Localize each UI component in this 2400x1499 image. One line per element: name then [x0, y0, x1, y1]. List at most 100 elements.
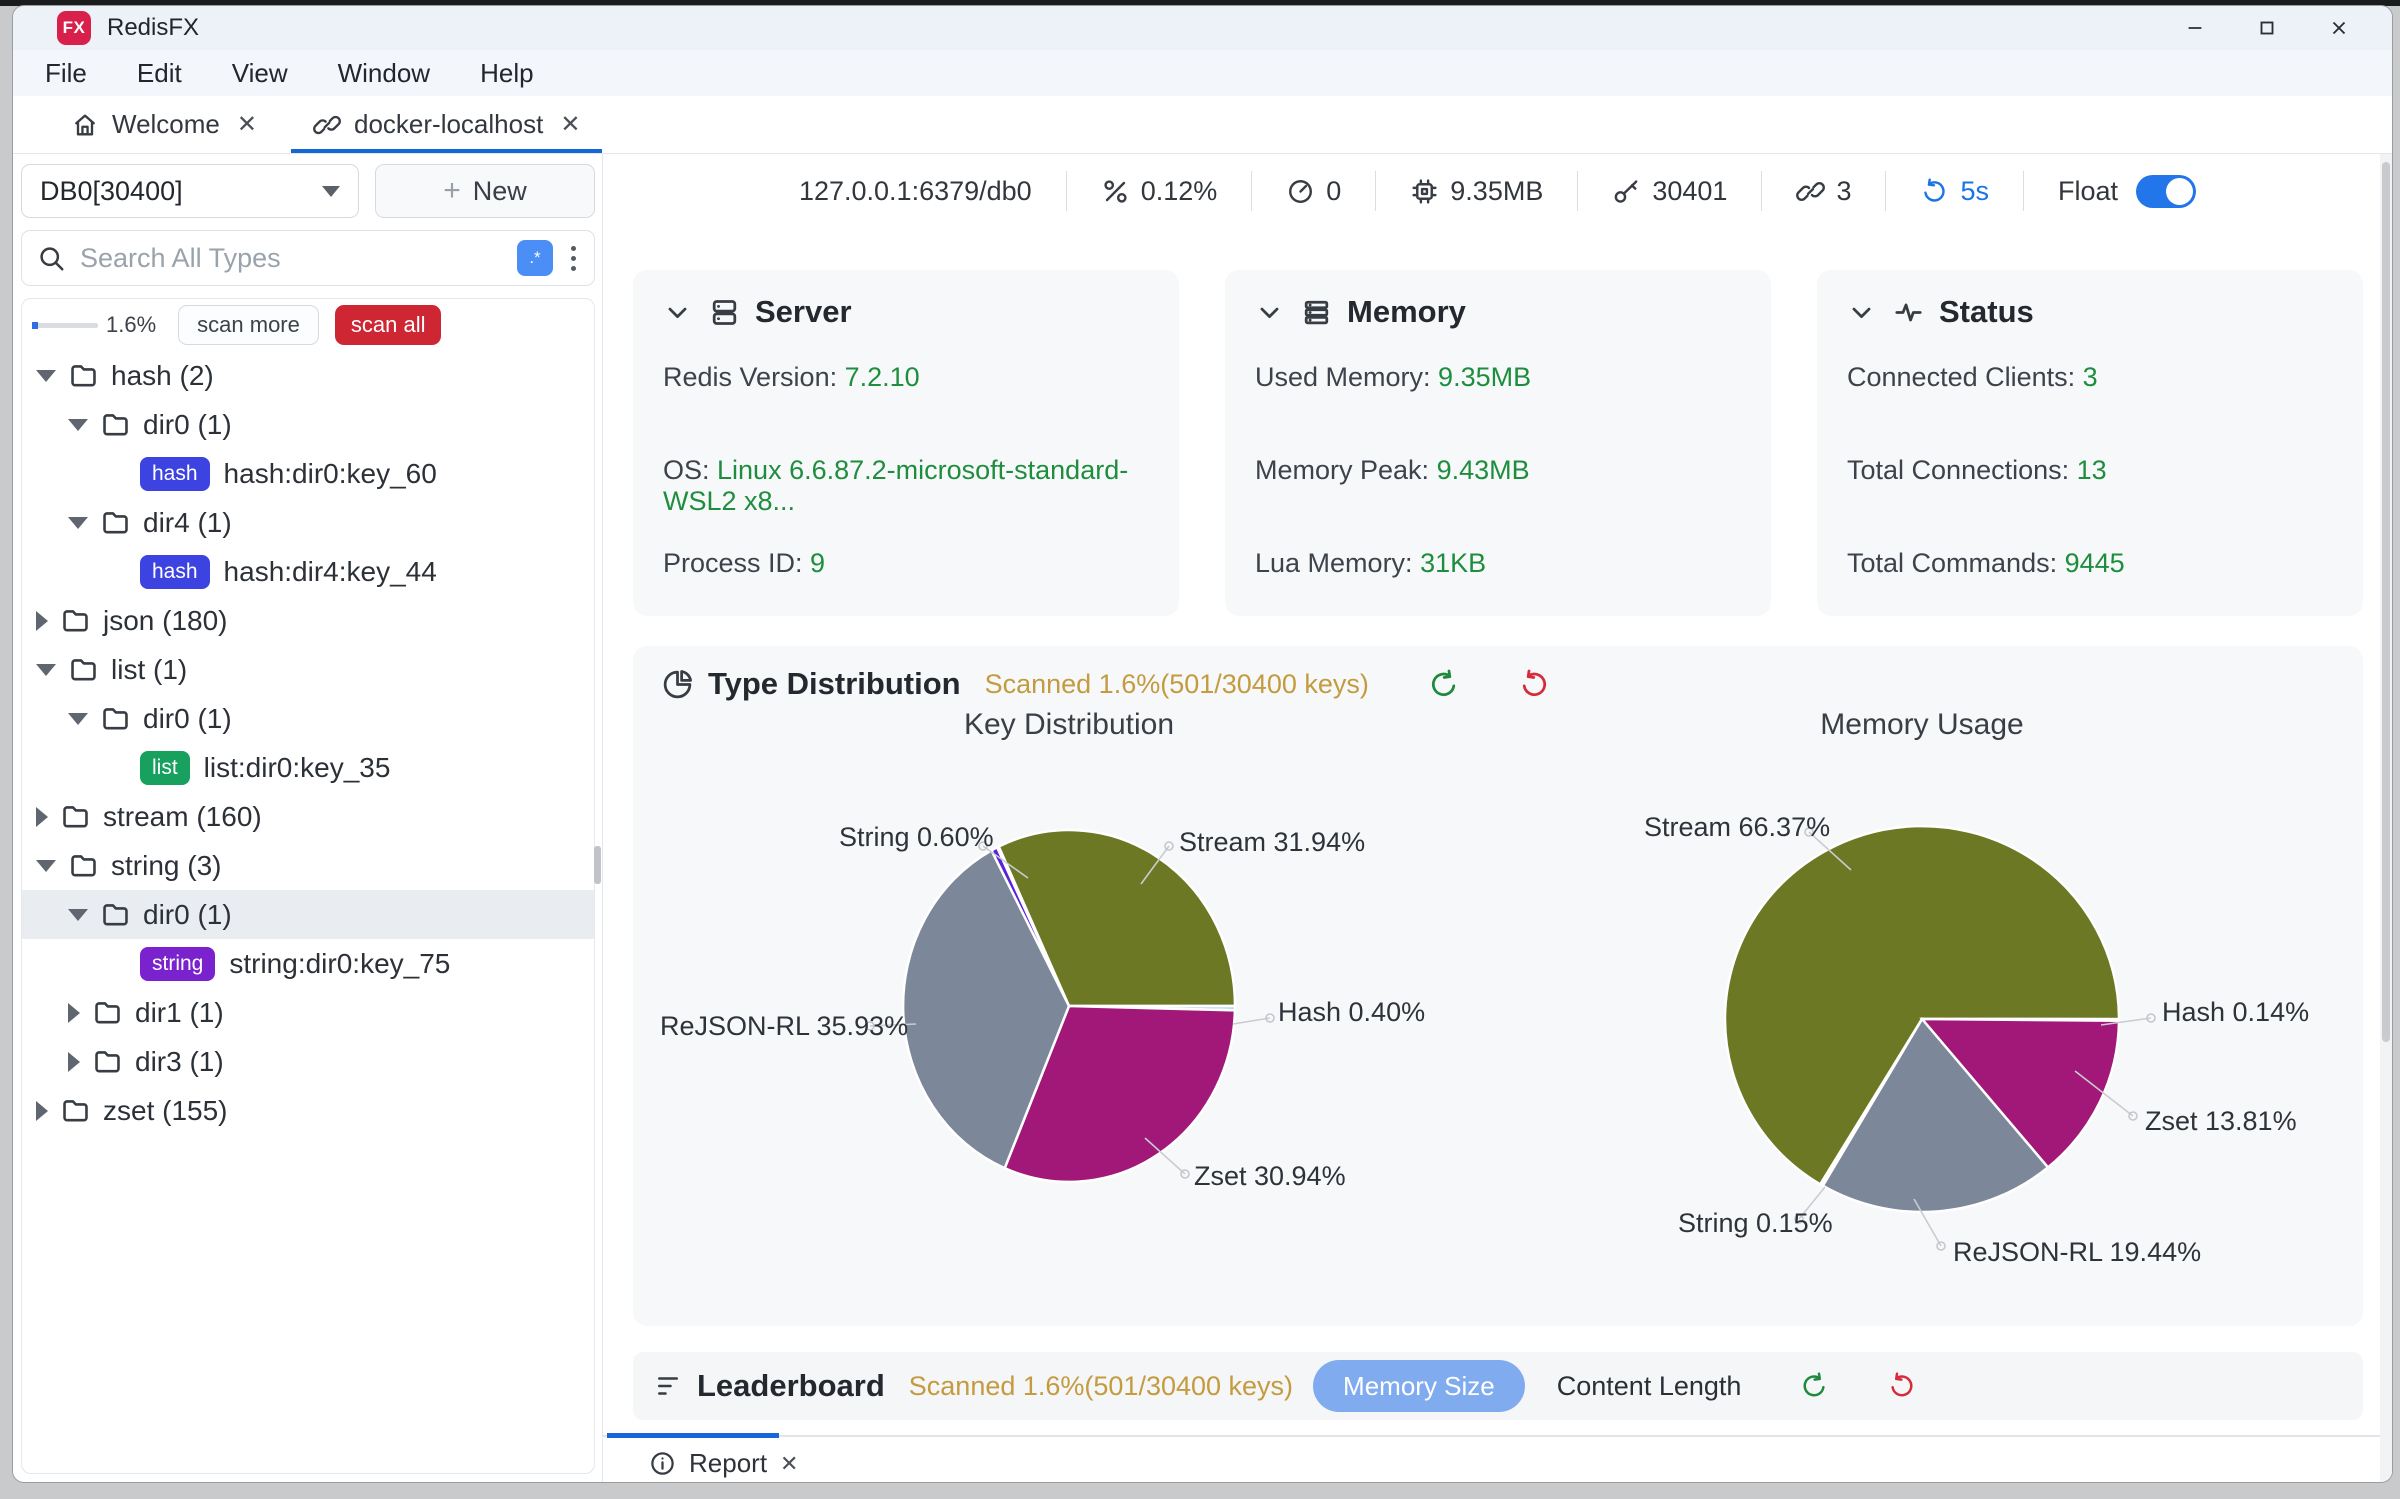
caret-down-icon[interactable]: [36, 370, 56, 382]
card-row: OS: Linux 6.6.87.2-microsoft-standard-WS…: [663, 455, 1179, 517]
content-length-button[interactable]: Content Length: [1557, 1371, 1742, 1402]
chain-icon: [1796, 177, 1825, 206]
menu-item-help[interactable]: Help: [480, 58, 533, 89]
close-icon[interactable]: ✕: [560, 110, 580, 139]
app-title: RedisFX: [107, 14, 199, 42]
folder-icon: [100, 507, 131, 538]
tab-docker-localhost[interactable]: docker-localhost ✕: [285, 96, 608, 153]
pulse-icon: [1892, 296, 1925, 329]
link-icon: [313, 111, 341, 139]
tree-key-list:dir0:key_35[interactable]: listlist:dir0:key_35: [22, 743, 594, 792]
tree-folder-dir0[interactable]: dir0 (1): [22, 400, 594, 449]
tree-key-hash:dir4:key_44[interactable]: hashhash:dir4:key_44: [22, 547, 594, 596]
connection-stats-bar: 127.0.0.1:6379/db00.12%09.35MB3040135sFl…: [603, 154, 2392, 228]
caret-right-icon[interactable]: [36, 1101, 48, 1121]
scan-all-button[interactable]: scan all: [335, 305, 442, 345]
menu-item-file[interactable]: File: [45, 58, 87, 89]
caret-down-icon[interactable]: [36, 860, 56, 872]
tab-label: Welcome: [112, 109, 220, 140]
pie-label-stream: Stream 31.94%: [1179, 827, 1365, 858]
float-toggle[interactable]: [2136, 175, 2196, 208]
tree-label: dir0 (1): [143, 409, 232, 441]
main-panel: 127.0.0.1:6379/db00.12%09.35MB3040135sFl…: [603, 154, 2392, 1482]
close-button[interactable]: [2316, 10, 2362, 46]
tree-folder-string[interactable]: string (3): [22, 841, 594, 890]
tree-folder-dir3[interactable]: dir3 (1): [22, 1037, 594, 1086]
tree-key-string:dir0:key_75[interactable]: stringstring:dir0:key_75: [22, 939, 594, 988]
close-icon[interactable]: ✕: [237, 110, 257, 139]
tree-label: string:dir0:key_75: [229, 948, 450, 980]
gauge-icon: [1286, 177, 1315, 206]
maximize-button[interactable]: [2244, 10, 2290, 46]
sidebar-scrollbar[interactable]: [594, 846, 601, 884]
main-scrollbar[interactable]: [2380, 154, 2392, 1482]
card-row: Process ID: 9: [663, 548, 825, 579]
tree-folder-zset[interactable]: zset (155): [22, 1086, 594, 1135]
tree-folder-dir1[interactable]: dir1 (1): [22, 988, 594, 1037]
tree-label: hash:dir4:key_44: [224, 556, 437, 588]
section-title: Leaderboard: [697, 1368, 885, 1404]
caret-down-icon[interactable]: [68, 909, 88, 921]
db-selector[interactable]: DB0[30400]: [21, 164, 359, 218]
pie-title: Memory Usage: [1722, 708, 2122, 742]
stat-key: 30401: [1578, 176, 1761, 207]
scanned-status: Scanned 1.6%(501/30400 keys): [909, 1371, 1293, 1402]
refresh-section-icon[interactable]: [1887, 1371, 1917, 1401]
caret-right-icon[interactable]: [68, 1052, 80, 1072]
regex-toggle-button[interactable]: .*: [517, 240, 553, 276]
type-badge: hash: [140, 457, 210, 491]
tab-welcome[interactable]: Welcome ✕: [43, 96, 285, 153]
tree-label: hash:dir0:key_60: [224, 458, 437, 490]
tree-folder-list[interactable]: list (1): [22, 645, 594, 694]
tree-folder-json[interactable]: json (180): [22, 596, 594, 645]
pie-label-hash: Hash 0.14%: [2162, 997, 2309, 1028]
caret-right-icon[interactable]: [36, 807, 48, 827]
tab-report[interactable]: Report ✕: [649, 1448, 798, 1479]
caret-down-icon[interactable]: [68, 517, 88, 529]
search-placeholder: Search All Types: [80, 243, 503, 274]
tree-folder-dir0[interactable]: dir0 (1): [22, 694, 594, 743]
tree-label: dir3 (1): [135, 1046, 224, 1078]
tree-key-hash:dir0:key_60[interactable]: hash hash:dir0:key_60: [22, 449, 594, 498]
menu-item-window[interactable]: Window: [338, 58, 430, 89]
memory-size-button[interactable]: Memory Size: [1313, 1360, 1525, 1412]
tree-folder-stream[interactable]: stream (160): [22, 792, 594, 841]
minimize-button[interactable]: [2172, 10, 2218, 46]
ranking-icon: [653, 1371, 683, 1401]
sidebar: DB0[30400] + New Search All Types .* 1.6…: [13, 154, 603, 1482]
chevron-down-icon[interactable]: [1845, 296, 1878, 329]
pie-label-zset: Zset 13.81%: [2145, 1106, 2297, 1137]
tree-folder-dir0[interactable]: dir0 (1): [22, 890, 594, 939]
stat-refresh[interactable]: 5s: [1886, 176, 2023, 207]
caret-down-icon[interactable]: [68, 713, 88, 725]
caret-down-icon[interactable]: [68, 419, 88, 431]
tree-label: json (180): [103, 605, 228, 637]
caret-down-icon[interactable]: [36, 664, 56, 676]
menu-item-view[interactable]: View: [232, 58, 288, 89]
pie-label-string: String 0.60%: [839, 822, 994, 853]
app-window: FX RedisFX File Edit View Window Help Welcom…: [12, 5, 2393, 1483]
folder-icon: [60, 1095, 91, 1126]
caret-right-icon[interactable]: [36, 611, 48, 631]
tab-label: docker-localhost: [354, 109, 543, 140]
tree-folder-dir4[interactable]: dir4 (1): [22, 498, 594, 547]
chevron-down-icon[interactable]: [661, 296, 694, 329]
card-row: Redis Version: 7.2.10: [663, 362, 920, 393]
title-bar[interactable]: FX RedisFX: [13, 6, 2392, 50]
card-row: Memory Peak: 9.43MB: [1255, 455, 1530, 486]
close-icon[interactable]: ✕: [780, 1451, 798, 1477]
undo-scan-icon[interactable]: [1799, 1371, 1829, 1401]
tree-label: zset (155): [103, 1095, 228, 1127]
scan-more-button[interactable]: scan more: [178, 305, 319, 345]
chevron-down-icon[interactable]: [1253, 296, 1286, 329]
search-input[interactable]: Search All Types .*: [21, 230, 595, 286]
tree-folder-hash[interactable]: hash (2): [22, 351, 594, 400]
menu-item-edit[interactable]: Edit: [137, 58, 182, 89]
active-bottom-tab-indicator: [607, 1433, 779, 1438]
new-connection-button[interactable]: + New: [375, 164, 595, 218]
stat-address: 127.0.0.1:6379/db0: [765, 176, 1066, 207]
more-options-icon[interactable]: [567, 246, 580, 271]
scan-progress-label: 1.6%: [106, 312, 156, 338]
pie-label-rejson-rl: ReJSON-RL 35.93%: [660, 1011, 908, 1042]
caret-right-icon[interactable]: [68, 1003, 80, 1023]
